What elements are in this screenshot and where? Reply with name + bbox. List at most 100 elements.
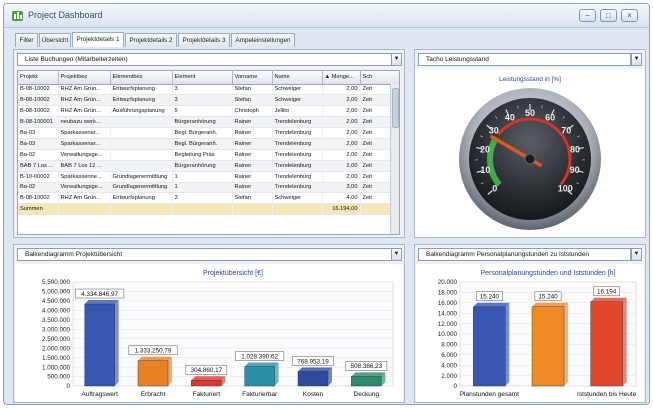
y-tick-label: 16.000 xyxy=(438,300,458,307)
table-cell xyxy=(110,138,173,150)
y-tick-label: 1.000.000 xyxy=(42,364,71,371)
bar[interactable] xyxy=(590,301,623,387)
table-cell: B-08-100001 xyxy=(18,116,59,129)
table-row[interactable]: Ba-02 Verwaltungsge... Begleitung Präs Rain… xyxy=(18,149,399,161)
table-cell: Sparkassenar... xyxy=(58,127,111,139)
table-cell: RHZ Am Grün... xyxy=(58,94,111,107)
table-cell: Rainer xyxy=(232,127,273,139)
table-row[interactable]: B-08-10002 RHZ Am Grün... Entwurfsplanung 3… xyxy=(18,84,399,96)
maximize-button[interactable]: □ xyxy=(600,9,617,22)
tab-projektdetails-2[interactable]: Projektdetails 2 xyxy=(125,33,177,47)
bar[interactable] xyxy=(84,303,115,387)
gauge-tick-label: 80 xyxy=(570,144,580,154)
col-header[interactable]: Vorname xyxy=(232,71,273,85)
table-row[interactable]: B-08-10002 RHZ Am Grün... Entwurfsplanung 3… xyxy=(18,192,399,205)
col-header[interactable]: Name xyxy=(272,71,323,85)
gauge-hub xyxy=(524,153,536,165)
y-tick-label: 10.000 xyxy=(438,331,458,338)
table-row[interactable]: Ba-02 Verwaltungsge... Grundlagenermittlun… xyxy=(18,182,399,194)
bar[interactable] xyxy=(191,380,222,387)
table-cell: Trendelenburg xyxy=(272,149,323,161)
bar[interactable] xyxy=(297,371,329,387)
data-label: 1.333.250,79 xyxy=(135,348,172,355)
table-cell xyxy=(110,149,173,161)
table-row[interactable]: B-10-00002 Sparkassenne... Grundlagenermit… xyxy=(18,171,399,183)
overview-panel: Balkendiagramm Projektübersicht ▼ Projek… xyxy=(13,244,405,403)
bar[interactable] xyxy=(137,360,169,387)
scrollbar-thumb[interactable] xyxy=(392,88,399,128)
chevron-down-icon[interactable]: ▼ xyxy=(631,248,642,261)
table-cell: Stefan xyxy=(232,84,273,96)
table-cell: Begl. Bürgeranh. xyxy=(172,138,233,150)
gauge-tick-label: 90 xyxy=(570,165,580,175)
table-row[interactable]: B-08-100001 neubazu werk... Bürgeranhörung… xyxy=(18,116,399,129)
bar-top xyxy=(473,302,510,307)
gauge-tick-label: 10 xyxy=(480,165,490,175)
table-row[interactable]: B-08-10002 RHZ Am Grün... Entwurfsplanung 3… xyxy=(18,94,399,107)
bar[interactable] xyxy=(244,366,275,387)
chart-title: Personalplanungstunden und Iststunden [h… xyxy=(480,270,615,277)
table-row[interactable]: B-08-10002 RHZ Am Grün... Ausführungsplanu… xyxy=(18,105,399,118)
chevron-down-icon[interactable]: ▼ xyxy=(391,248,402,261)
bar[interactable] xyxy=(473,306,506,387)
y-tick-label: 6.000 xyxy=(441,352,457,359)
summary-value: 16.194,00 xyxy=(322,203,361,216)
table-row[interactable]: Ba-03 Sparkassenar... Begl. Bürgeranh. Rain… xyxy=(18,127,399,139)
table-cell: 3 xyxy=(172,192,233,205)
table-cell: RHZ Am Grün... xyxy=(58,84,111,96)
table-cell: 3,00 xyxy=(322,182,361,194)
tab-uebersicht[interactable]: Übersicht xyxy=(39,33,71,47)
bar[interactable] xyxy=(531,306,565,387)
vertical-scrollbar[interactable] xyxy=(390,84,399,234)
table-cell: Trendelenburg xyxy=(272,138,323,150)
data-label: 4.334.846,97 xyxy=(81,291,118,298)
y-tick-label: 0 xyxy=(66,383,70,390)
bookings-panel: Liste Buchungen (Mitarbeiterzeiten) ▼ Pr… xyxy=(13,49,405,238)
table-cell: 4,00 xyxy=(322,192,361,205)
table-cell: Stefan xyxy=(232,192,273,205)
table-cell: Verwaltungsge... xyxy=(58,149,111,161)
bar-top xyxy=(351,372,386,377)
close-button[interactable]: × xyxy=(621,9,638,22)
bar-top xyxy=(191,376,226,381)
table-cell: 1 xyxy=(172,171,233,183)
table-row[interactable]: BAB 7 Los ... BAB 7 Los 12 ... Bürgeranhör… xyxy=(18,160,399,172)
gauge-panel: Tacho Leistungsstand ▼ Leistungsstand in… xyxy=(414,49,646,238)
table-cell: Rainer xyxy=(232,138,273,150)
table-cell: 2,00 xyxy=(322,84,361,96)
overview-view-select[interactable]: Balkendiagramm Projektübersicht xyxy=(17,248,392,261)
col-header[interactable]: ▲ Menge... xyxy=(322,71,361,85)
x-tick-label: Planstunden gesamt xyxy=(460,391,519,398)
col-header[interactable]: Sch xyxy=(360,71,399,85)
chevron-down-icon[interactable]: ▼ xyxy=(631,53,642,66)
hours-view-select[interactable]: Balkendiagramm Personalplanungstunden zu… xyxy=(418,248,631,261)
table-row[interactable]: Ba-03 Sparkassenar... Begl. Bürgeranh. Rain… xyxy=(18,138,399,150)
bar-top xyxy=(84,300,119,305)
col-header[interactable]: Element xyxy=(172,71,233,85)
table-cell xyxy=(110,160,173,172)
table-cell: Rainer xyxy=(232,149,273,161)
data-label: 304.860,17 xyxy=(191,367,223,374)
table-cell: Rainer xyxy=(232,116,273,129)
tab-projektdetails-3[interactable]: Projektdetails 3 xyxy=(178,33,230,47)
table-cell: Ba-03 xyxy=(18,127,59,139)
col-header[interactable]: Projektbez xyxy=(58,71,111,85)
gauge-view-select[interactable]: Tacho Leistungsstand xyxy=(418,53,631,66)
y-tick-label: 2.500.000 xyxy=(42,336,71,343)
chevron-down-icon[interactable]: ▼ xyxy=(391,53,402,66)
table-cell: RHZ Am Grün... xyxy=(58,192,111,205)
bookings-view-select[interactable]: Liste Buchungen (Mitarbeiterzeiten) xyxy=(17,53,392,66)
table-cell: Rainer xyxy=(232,182,273,194)
bar[interactable] xyxy=(351,376,382,387)
gauge-tick-label: 50 xyxy=(525,108,535,118)
data-label: 1.028.390,62 xyxy=(241,353,278,360)
table-cell: Ba-03 xyxy=(18,138,59,150)
tab-projektdetails-1[interactable]: Projektdetails 1 xyxy=(72,32,124,47)
table-cell: Bürgeranhörung xyxy=(172,160,233,172)
col-header[interactable]: Elementbez xyxy=(110,71,173,85)
minimize-button[interactable]: − xyxy=(579,9,596,22)
y-tick-label: 18.000 xyxy=(438,290,458,297)
tab-ampeleinstellungen[interactable]: Ampeleinstellungen xyxy=(231,33,295,47)
tab-filter[interactable]: Filter xyxy=(15,33,38,47)
col-header[interactable]: Projekt xyxy=(18,71,59,85)
